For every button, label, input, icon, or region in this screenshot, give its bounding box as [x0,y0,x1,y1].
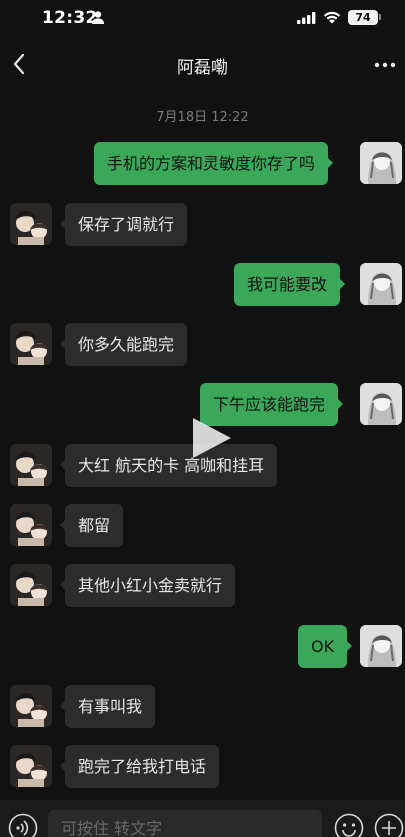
emoji-icon[interactable] [334,813,364,837]
my-avatar[interactable] [360,625,402,667]
message-text: 其他小红小金卖就行 [78,576,223,595]
chat-title: 阿磊嘞 [177,58,228,78]
wifi-icon [323,11,341,24]
battery-tip [379,14,381,20]
message-bubble-received[interactable]: 有事叫我 [60,685,156,728]
message-text: 你多久能跑完 [78,335,175,354]
contact-avatar[interactable] [10,685,52,727]
message-text: 跑完了给我打电话 [78,757,207,776]
contact-avatar[interactable] [10,564,52,606]
message-text: 下午应该能跑完 [213,395,326,414]
message-text: 我可能要改 [247,275,328,294]
my-avatar[interactable] [360,383,402,425]
message-bubble-sent[interactable]: 我可能要改 [234,263,346,306]
message-bubble-received[interactable]: 跑完了给我打电话 [60,745,220,788]
battery-indicator: 74 [348,10,378,25]
message-text: 保存了调就行 [78,215,175,234]
contact-avatar[interactable] [10,444,52,486]
message-bubble-received[interactable]: 都留 [60,504,124,547]
message-text: 大红 航天的卡 高咖和挂耳 [78,456,265,475]
message-bubble-sent[interactable]: OK [298,625,353,668]
contact-avatar[interactable] [10,504,52,546]
message-bubble-received[interactable]: 保存了调就行 [60,203,188,246]
message-bubble-received[interactable]: 其他小红小金卖就行 [60,564,236,607]
message-text: OK [311,637,335,656]
play-icon[interactable] [189,416,233,460]
message-bubble-sent[interactable]: 手机的方案和灵敏度你存了吗 [94,142,334,185]
contact-avatar[interactable] [10,203,52,245]
message-bubble-received[interactable]: 你多久能跑完 [60,323,188,366]
status-time: 12:32 [42,8,98,28]
contact-avatar[interactable] [10,745,52,787]
message-text: 手机的方案和灵敏度你存了吗 [107,154,316,173]
status-bar: 12:32 74 [0,0,405,36]
more-icon[interactable] [374,62,396,68]
my-avatar[interactable] [360,263,402,305]
voice-icon[interactable] [8,813,38,837]
plus-icon[interactable] [374,813,404,837]
message-text: 有事叫我 [78,697,143,716]
message-timestamp: 7月18日 12:22 [156,110,249,125]
message-text: 都留 [78,516,111,535]
signal-icon [297,12,316,24]
message-bubble-received[interactable]: 大红 航天的卡 高咖和挂耳 [60,444,278,487]
message-input[interactable] [48,810,322,837]
contact-avatar[interactable] [10,323,52,365]
input-bar [0,800,405,837]
chat-header: 阿磊嘞 [0,36,405,90]
my-avatar[interactable] [360,142,402,184]
person-icon [92,11,104,24]
